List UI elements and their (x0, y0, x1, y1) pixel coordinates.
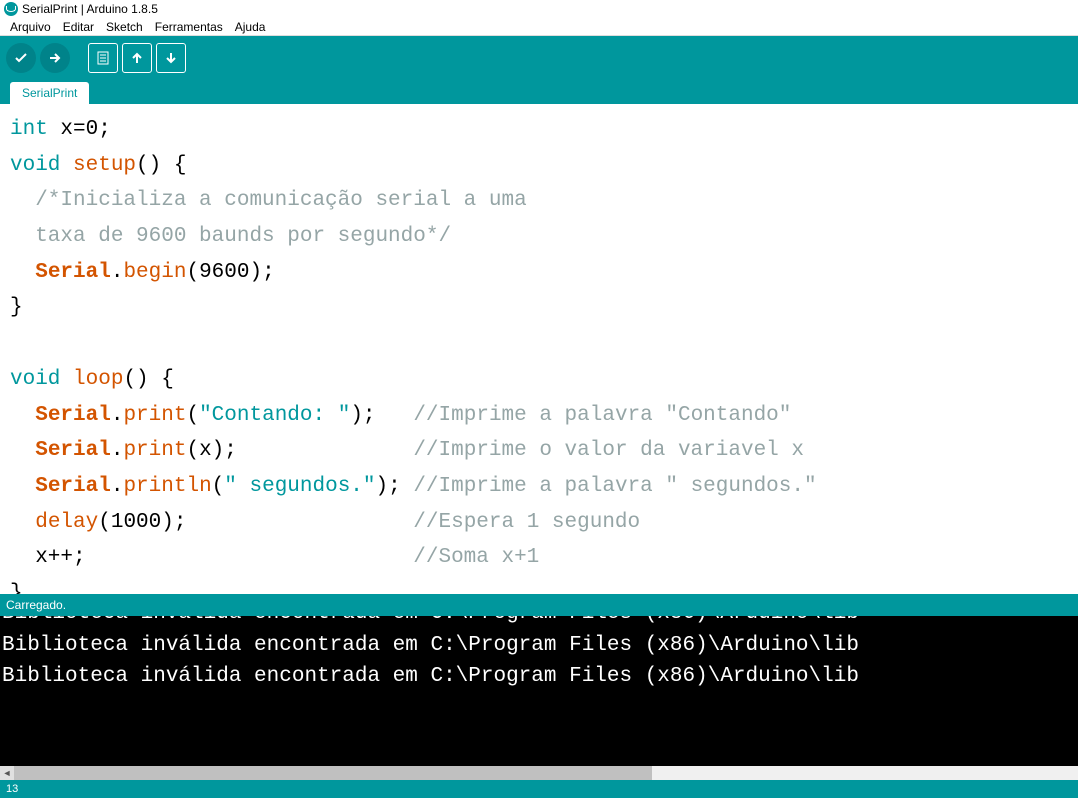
line-number: 13 (6, 783, 18, 795)
title-bar: SerialPrint | Arduino 1.8.5 (0, 0, 1078, 18)
window-title: SerialPrint | Arduino 1.8.5 (22, 2, 158, 16)
scroll-left-button[interactable]: ◄ (0, 766, 14, 780)
status-text: Carregado. (6, 598, 66, 612)
console-line: Biblioteca inválida encontrada em C:\Pro… (2, 616, 859, 625)
menu-bar: Arquivo Editar Sketch Ferramentas Ajuda (0, 18, 1078, 36)
scroll-track[interactable] (14, 766, 1078, 780)
scroll-thumb[interactable] (14, 766, 652, 780)
console-line: Biblioteca inválida encontrada em C:\Pro… (2, 665, 859, 688)
horizontal-scrollbar[interactable]: ◄ (0, 766, 1078, 780)
save-button[interactable] (156, 43, 186, 73)
tab-bar: SerialPrint (0, 80, 1078, 104)
arrow-down-icon (163, 50, 179, 66)
console-line: Biblioteca inválida encontrada em C:\Pro… (2, 634, 859, 657)
console-output[interactable]: Biblioteca inválida encontrada em C:\Pro… (0, 616, 1078, 766)
footer-bar: 13 (0, 780, 1078, 798)
status-bar: Carregado. (0, 594, 1078, 616)
arduino-icon (4, 2, 18, 16)
arrow-right-icon (47, 50, 63, 66)
check-icon (13, 50, 29, 66)
verify-button[interactable] (6, 43, 36, 73)
upload-button[interactable] (40, 43, 70, 73)
tab-serialprint[interactable]: SerialPrint (10, 82, 89, 104)
toolbar (0, 36, 1078, 80)
new-button[interactable] (88, 43, 118, 73)
menu-arquivo[interactable]: Arquivo (4, 20, 57, 33)
code-editor[interactable]: int x=0; void setup() { /*Inicializa a c… (0, 104, 1078, 594)
arrow-up-icon (129, 50, 145, 66)
menu-sketch[interactable]: Sketch (100, 20, 149, 33)
open-button[interactable] (122, 43, 152, 73)
menu-editar[interactable]: Editar (57, 20, 100, 33)
menu-ferramentas[interactable]: Ferramentas (149, 20, 229, 33)
menu-ajuda[interactable]: Ajuda (229, 20, 272, 33)
file-icon (95, 50, 111, 66)
